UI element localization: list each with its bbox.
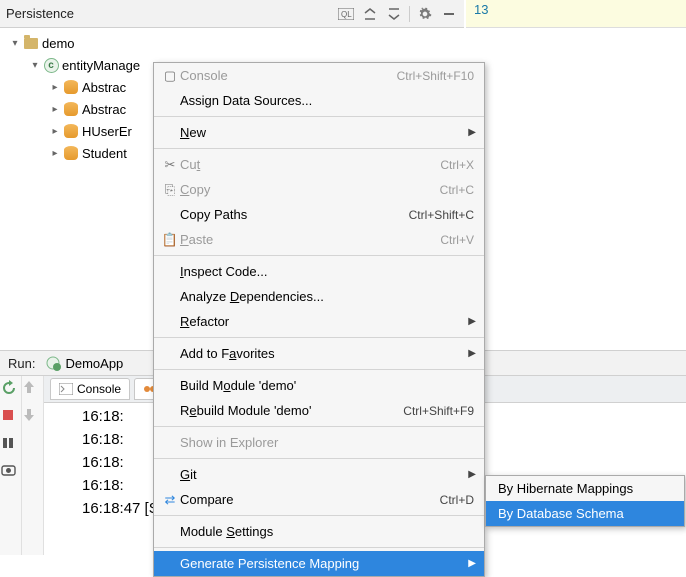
run-config-name[interactable]: DemoApp [65, 356, 123, 371]
minimize-icon[interactable] [440, 5, 458, 23]
dump-icon[interactable] [1, 464, 19, 482]
menu-separator [154, 458, 484, 459]
entity-icon [62, 144, 80, 162]
chevron-down-icon[interactable]: ▾ [28, 60, 42, 71]
chevron-down-icon[interactable]: ▾ [8, 38, 22, 49]
entity-manager-icon: c [42, 56, 60, 74]
tree-label: Abstrac [82, 80, 126, 95]
chevron-right-icon[interactable]: ▸ [48, 126, 62, 137]
panel-toolbar: QL [337, 5, 458, 23]
tree-label: demo [42, 36, 75, 51]
persistence-panel-header: Persistence QL [0, 0, 464, 28]
menu-paste[interactable]: 📋 Paste Ctrl+V [154, 227, 484, 252]
editor-gutter: 13 [466, 0, 686, 28]
tree-label: HUserEr [82, 124, 132, 139]
menu-compare[interactable]: ⇄ Compare Ctrl+D [154, 487, 484, 512]
chevron-right-icon[interactable]: ▸ [48, 104, 62, 115]
cut-icon: ✂ [160, 157, 180, 173]
module-icon [22, 34, 40, 52]
menu-inspect-code[interactable]: Inspect Code... [154, 259, 484, 284]
menu-separator [154, 426, 484, 427]
generate-mapping-submenu: By Hibernate Mappings By Database Schema [485, 475, 685, 527]
menu-analyze-deps[interactable]: Analyze Dependencies... [154, 284, 484, 309]
submenu-database-schema[interactable]: By Database Schema [486, 501, 684, 526]
console-icon: ▢ [160, 68, 180, 84]
menu-copy-paths[interactable]: Copy Paths Ctrl+Shift+C [154, 202, 484, 227]
tree-label: Student [82, 146, 127, 161]
menu-cut[interactable]: ✂ Cut Ctrl+X [154, 152, 484, 177]
menu-console[interactable]: ▢ Console Ctrl+Shift+F10 [154, 63, 484, 88]
entity-icon [62, 78, 80, 96]
menu-assign-data-sources[interactable]: Assign Data Sources... [154, 88, 484, 113]
rerun-icon[interactable] [1, 380, 19, 398]
tab-console[interactable]: Console [50, 378, 130, 400]
menu-rebuild-module[interactable]: Rebuild Module 'demo' Ctrl+Shift+F9 [154, 398, 484, 423]
menu-separator [154, 255, 484, 256]
menu-separator [154, 547, 484, 548]
tree-root[interactable]: ▾ demo [0, 32, 464, 54]
svg-text:QL: QL [341, 10, 352, 19]
run-label: Run: [8, 356, 35, 371]
ql-console-icon[interactable]: QL [337, 5, 355, 23]
menu-git[interactable]: Git ▶ [154, 462, 484, 487]
menu-separator [154, 515, 484, 516]
chevron-right-icon[interactable]: ▸ [48, 82, 62, 93]
menu-module-settings[interactable]: Module Settings [154, 519, 484, 544]
menu-copy[interactable]: ⎘ Copy Ctrl+C [154, 177, 484, 202]
paste-icon: 📋 [160, 232, 180, 248]
menu-show-explorer[interactable]: Show in Explorer [154, 430, 484, 455]
submenu-label: By Hibernate Mappings [498, 481, 633, 496]
chevron-right-icon: ▶ [468, 469, 476, 480]
menu-separator [154, 148, 484, 149]
tree-label: entityManage [62, 58, 140, 73]
menu-new[interactable]: New ▶ [154, 120, 484, 145]
chevron-right-icon[interactable]: ▸ [48, 148, 62, 159]
submenu-label: By Database Schema [498, 506, 624, 521]
submenu-hibernate-mappings[interactable]: By Hibernate Mappings [486, 476, 684, 501]
context-menu: ▢ Console Ctrl+Shift+F10 Assign Data Sou… [153, 62, 485, 577]
tree-label: Abstrac [82, 102, 126, 117]
entity-icon [62, 122, 80, 140]
copy-icon: ⎘ [160, 182, 180, 198]
menu-build-module[interactable]: Build Module 'demo' [154, 373, 484, 398]
expand-all-icon[interactable] [361, 5, 379, 23]
line-number: 13 [474, 2, 488, 17]
tab-label: Console [77, 382, 121, 396]
run-config-icon [45, 355, 61, 371]
chevron-right-icon: ▶ [468, 558, 476, 569]
chevron-right-icon: ▶ [468, 127, 476, 138]
pause-icon[interactable] [1, 436, 19, 454]
menu-separator [154, 369, 484, 370]
menu-separator [154, 116, 484, 117]
run-gutter [0, 376, 44, 555]
up-icon[interactable] [23, 380, 41, 398]
down-icon[interactable] [23, 408, 41, 426]
stop-icon[interactable] [1, 408, 19, 426]
collapse-all-icon[interactable] [385, 5, 403, 23]
entity-icon [62, 100, 80, 118]
panel-title: Persistence [6, 6, 74, 21]
gear-icon[interactable] [416, 5, 434, 23]
menu-refactor[interactable]: Refactor ▶ [154, 309, 484, 334]
chevron-right-icon: ▶ [468, 348, 476, 359]
menu-add-favorites[interactable]: Add to Favorites ▶ [154, 341, 484, 366]
compare-icon: ⇄ [160, 492, 180, 508]
chevron-right-icon: ▶ [468, 316, 476, 327]
menu-separator [154, 337, 484, 338]
